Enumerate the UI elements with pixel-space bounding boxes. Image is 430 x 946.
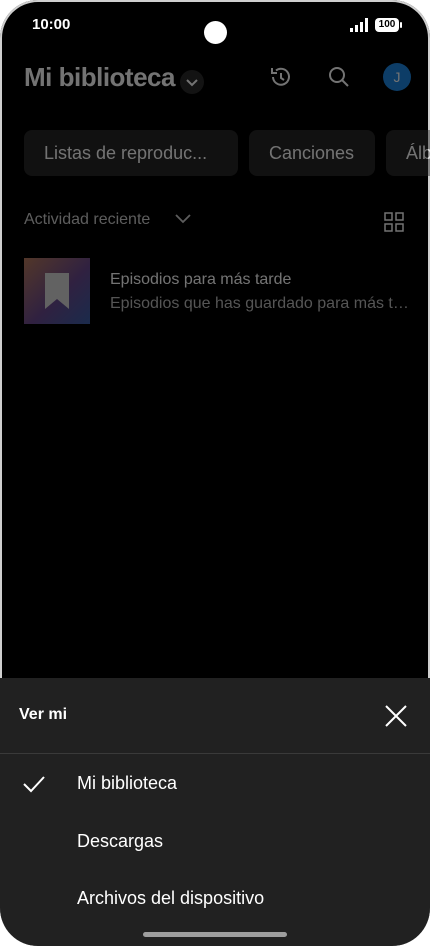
phone-screen: 10:00 100 Mi biblioteca J Listas de repr… xyxy=(0,0,430,946)
check-icon xyxy=(23,776,45,793)
chip-songs[interactable]: Canciones xyxy=(249,130,375,176)
divider xyxy=(0,753,430,754)
chip-albums[interactable]: Álb xyxy=(386,130,430,176)
bookmark-icon xyxy=(45,273,69,309)
chip-playlists[interactable]: Listas de reproduc... xyxy=(24,130,238,176)
list-item-title[interactable]: Episodios para más tarde xyxy=(110,271,291,289)
list-item-thumbnail[interactable] xyxy=(24,258,90,324)
history-icon[interactable] xyxy=(268,64,294,90)
option-label: Mi biblioteca xyxy=(77,773,178,793)
view-selector-sheet: Ver mi Mi biblioteca Descargas Archivos … xyxy=(0,678,430,946)
option-downloads[interactable]: Descargas xyxy=(0,814,430,870)
home-indicator[interactable] xyxy=(143,932,287,937)
sort-label[interactable]: Actividad reciente xyxy=(24,211,150,229)
close-icon[interactable] xyxy=(382,702,410,730)
title-dropdown-button[interactable] xyxy=(180,70,204,94)
list-item-subtitle: Episodios que has guardado para más tard… xyxy=(110,295,410,312)
search-icon[interactable] xyxy=(326,64,352,90)
option-label: Descargas xyxy=(77,831,164,851)
grid-view-icon[interactable] xyxy=(384,212,404,232)
option-my-library[interactable]: Mi biblioteca xyxy=(0,756,430,812)
sheet-title: Ver mi xyxy=(19,706,68,723)
avatar[interactable]: J xyxy=(383,63,411,91)
chevron-down-icon[interactable] xyxy=(174,212,192,226)
library-page: Mi biblioteca J Listas de reproduc... Ca… xyxy=(0,0,430,680)
option-label: Archivos del dispositivo xyxy=(77,888,265,908)
page-title[interactable]: Mi biblioteca xyxy=(24,62,175,93)
chevron-down-icon xyxy=(186,79,198,87)
option-device-files[interactable]: Archivos del dispositivo xyxy=(0,871,430,927)
